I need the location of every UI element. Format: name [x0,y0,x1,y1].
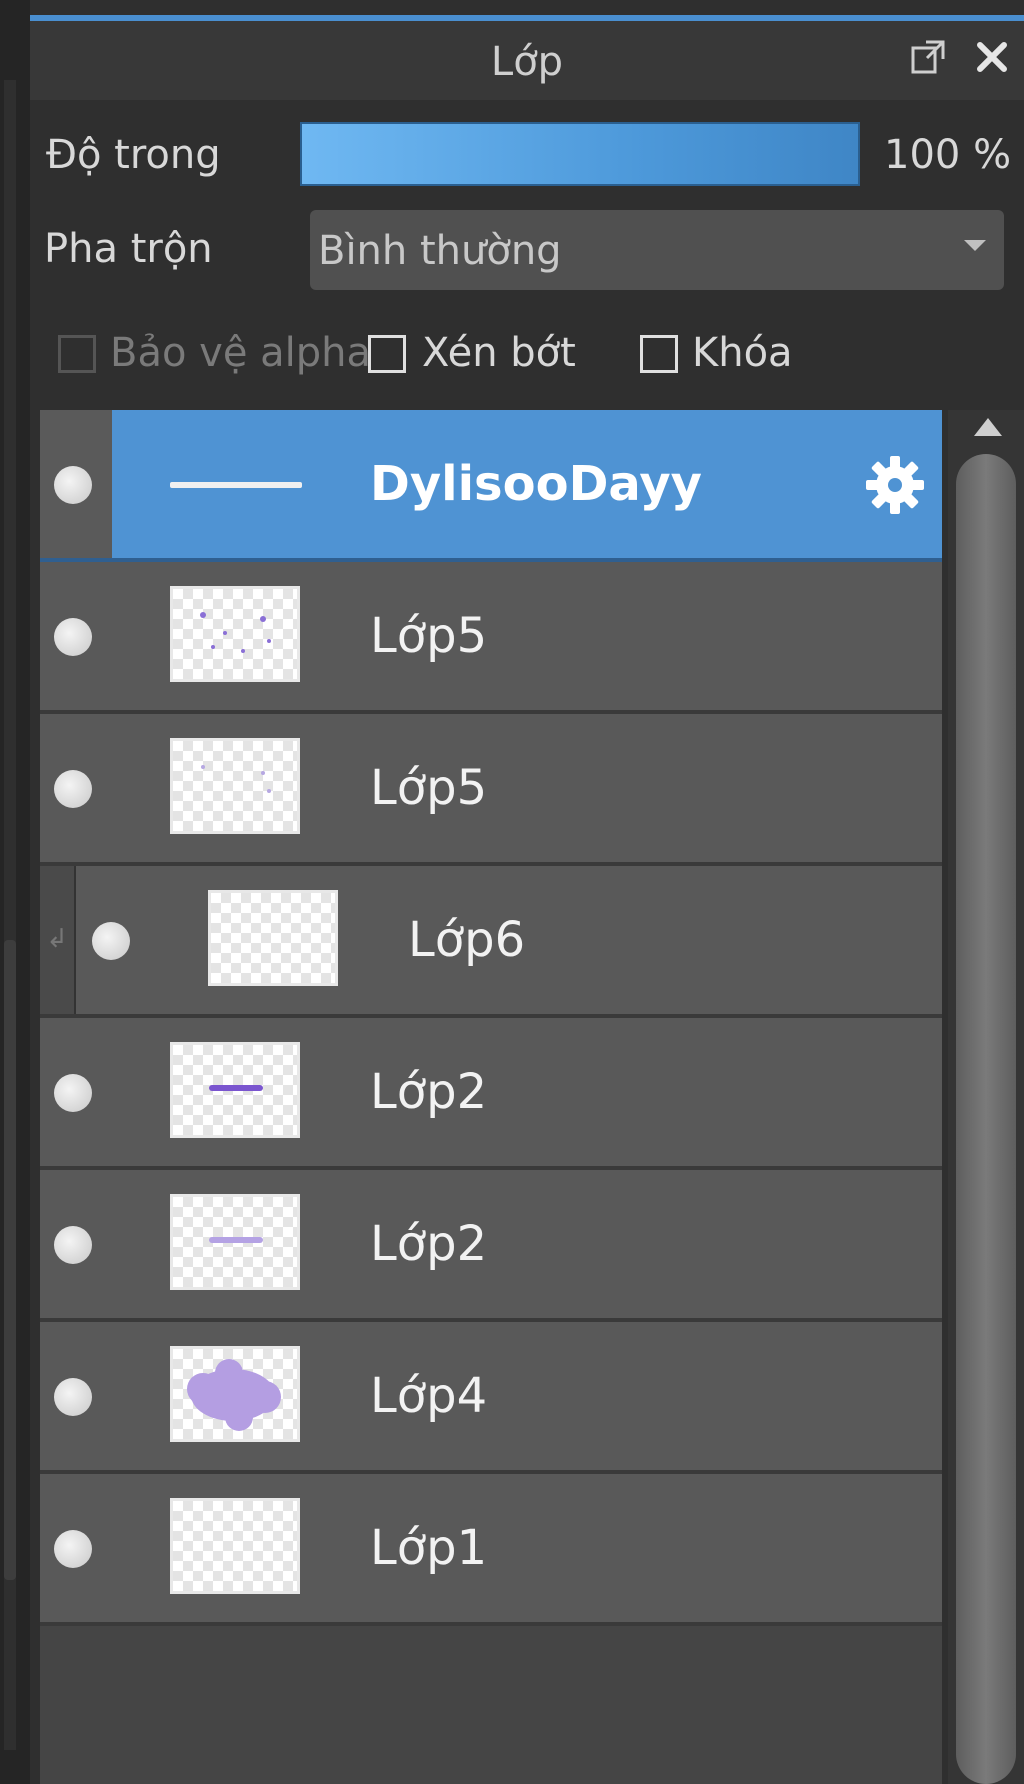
thumbnail-content [201,765,271,793]
layer-name: Lớp2 [370,1216,488,1272]
layer-thumbnail [170,1498,300,1594]
layer-list-scrollbar[interactable] [948,410,1024,1784]
visibility-icon[interactable] [54,466,92,504]
panel-titlebar: Lớp [30,21,1024,100]
visibility-icon[interactable] [54,1226,92,1264]
clipping-checkbox[interactable] [368,335,406,373]
layer-name: Lớp6 [408,912,526,968]
layer-thumbnail [170,1346,300,1442]
layer-thumbnail [170,1194,300,1290]
layer-list: DylisooDayy Lớp5 Lớp5 ↲ Lớp6 Lớp2 Lớp2 L… [40,410,942,1784]
left-scroll-track[interactable] [4,80,16,1750]
blend-mode-value: Bình thường [318,228,562,274]
protect-alpha-label: Bảo vệ alpha [110,330,372,376]
blend-mode-select[interactable]: Bình thường [310,210,1004,290]
layer-name: Lớp1 [370,1520,488,1576]
thumbnail-content [209,1085,263,1091]
left-scroll-thumb[interactable] [4,940,16,1580]
visibility-icon[interactable] [54,770,92,808]
visibility-icon[interactable] [54,1378,92,1416]
clip-indicator: ↲ [40,866,76,1014]
left-edge [0,0,30,1784]
layer-thumbnail [170,1042,300,1138]
panel-title: Lớp [490,39,564,85]
thumbnail-content [209,1237,263,1243]
lock-label: Khóa [692,330,793,376]
layer-row[interactable]: DylisooDayy [40,410,942,562]
layer-thumbnail [170,738,300,834]
layer-name: Lớp2 [370,1064,488,1120]
visibility-icon[interactable] [54,618,92,656]
opacity-label: Độ trong [46,132,221,178]
blend-label: Pha trộn [44,226,213,272]
scroll-up-icon[interactable] [974,418,1002,436]
close-icon[interactable] [974,39,1010,75]
layer-row[interactable]: ↲ Lớp6 [40,866,942,1018]
protect-alpha-checkbox[interactable] [58,335,96,373]
layer-row[interactable]: Lớp5 [40,714,942,866]
layer-thumbnail [170,586,300,682]
opacity-slider[interactable] [300,122,860,186]
thumbnail-content [200,612,271,653]
layer-name: Lớp5 [370,608,488,664]
chevron-down-icon [964,240,986,251]
visibility-icon[interactable] [54,1074,92,1112]
layer-panel: Lớp Độ trong 100 % Pha trộn Bình thường … [30,0,1024,1784]
opacity-value: 100 % [884,132,1012,178]
layer-thumbnail [208,890,338,986]
layer-row[interactable]: Lớp2 [40,1170,942,1322]
layer-row[interactable]: Lớp5 [40,562,942,714]
layer-row[interactable]: Lớp2 [40,1018,942,1170]
layer-name: Lớp5 [370,760,488,816]
visibility-icon[interactable] [54,1530,92,1568]
clip-arrow-icon: ↲ [46,924,68,954]
clipping-label: Xén bớt [422,330,576,376]
layer-row[interactable]: Lớp4 [40,1322,942,1474]
layer-name: DylisooDayy [370,456,702,512]
lock-checkbox[interactable] [640,335,678,373]
gear-icon[interactable] [864,454,926,516]
layer-name: Lớp4 [370,1368,488,1424]
scroll-thumb[interactable] [956,454,1016,1784]
popout-icon[interactable] [910,39,946,75]
visibility-icon[interactable] [92,922,130,960]
layer-thumbnail [170,482,302,488]
thumbnail-content [187,1359,281,1431]
layer-row[interactable]: Lớp1 [40,1474,942,1626]
